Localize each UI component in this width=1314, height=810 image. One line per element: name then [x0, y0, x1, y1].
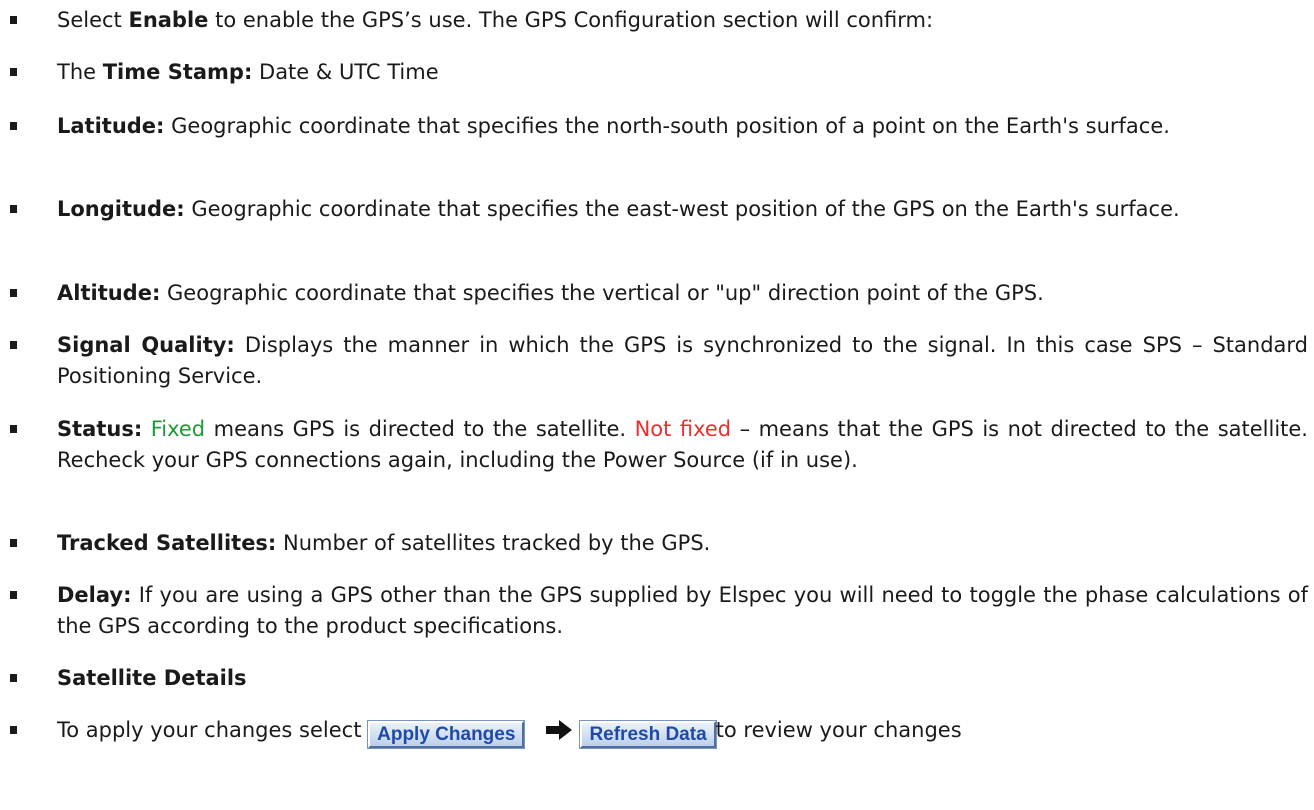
bullet-icon — [10, 122, 17, 130]
bullet-icon — [10, 591, 17, 599]
bullet-icon — [10, 205, 17, 213]
bullet-icon — [10, 341, 17, 349]
status-fixed-text: Fixed — [150, 417, 206, 441]
bullet-icon — [10, 726, 17, 734]
document-page: Select Enable to enable the GPS’s use. T… — [0, 0, 1314, 810]
bullet-icon — [10, 425, 17, 433]
list-item: Status: Fixed means GPS is directed to t… — [0, 414, 1314, 476]
list-item: Signal Quality: Displays the manner in w… — [0, 330, 1314, 392]
list-item: Select Enable to enable the GPS’s use. T… — [0, 5, 1314, 36]
right-arrow-icon — [546, 720, 573, 740]
bullet-icon — [10, 68, 17, 76]
list-item: Longitude: Geographic coordinate that sp… — [0, 194, 1314, 225]
bullet-icon — [10, 539, 17, 547]
list-item: Satellite Details — [0, 663, 1314, 694]
bullet-icon — [10, 674, 17, 682]
list-item: Delay: If you are using a GPS other than… — [0, 580, 1314, 642]
list-item: Tracked Satellites: Number of satellites… — [0, 528, 1314, 559]
refresh-data-button[interactable]: Refresh Data — [579, 720, 717, 749]
bullet-icon — [10, 289, 17, 297]
list-item: The Time Stamp: Date & UTC Time — [0, 57, 1314, 88]
bullet-icon — [10, 16, 17, 24]
status-not-fixed-text: Not fixed — [634, 417, 732, 441]
apply-changes-button[interactable]: Apply Changes — [367, 720, 526, 749]
list-item: Latitude: Geographic coordinate that spe… — [0, 111, 1314, 142]
list-item: Altitude: Geographic coordinate that spe… — [0, 278, 1314, 309]
list-item: To apply your changes select Apply Chang… — [0, 715, 1314, 749]
